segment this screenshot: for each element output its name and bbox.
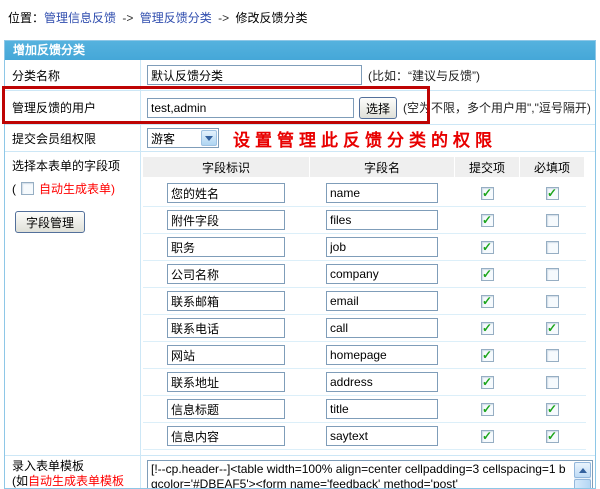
field-id-input[interactable] [167, 372, 285, 392]
breadcrumb-separator: -> [218, 11, 229, 25]
field-name-input[interactable] [326, 399, 438, 419]
select-users-button[interactable]: 选择 [359, 97, 397, 119]
required-checkbox[interactable]: ✓ [546, 187, 559, 200]
scroll-up-icon[interactable] [574, 462, 591, 478]
textarea-scrollbar[interactable] [574, 462, 591, 489]
field-name-input[interactable] [326, 237, 438, 257]
paren-open: ( [12, 182, 16, 196]
required-checkbox[interactable] [546, 376, 559, 389]
field-name-input[interactable] [326, 291, 438, 311]
field-name-input[interactable] [326, 318, 438, 338]
column-header-required: 必填项 [520, 157, 584, 177]
column-header-field-name: 字段名 [310, 157, 454, 177]
table-row: ✓✓ [143, 180, 586, 207]
field-id-input[interactable] [167, 426, 285, 446]
required-checkbox[interactable] [546, 268, 559, 281]
table-row: ✓ [143, 288, 586, 315]
field-id-input[interactable] [167, 237, 285, 257]
table-row: ✓✓ [143, 315, 586, 342]
required-checkbox[interactable] [546, 349, 559, 362]
field-items-left-cell: 选择本表单的字段项 ( 自动生成表单) 字段管理 [5, 152, 141, 455]
manage-users-label: 管理反馈的用户 [5, 91, 141, 124]
required-checkbox[interactable] [546, 241, 559, 254]
field-manage-button[interactable]: 字段管理 [15, 211, 85, 233]
table-row: ✓ [143, 207, 586, 234]
field-table-header: 字段标识 字段名 提交项 必填项 [143, 157, 586, 177]
submit-checkbox[interactable]: ✓ [481, 430, 494, 443]
table-row: ✓✓ [143, 423, 586, 450]
field-name-input[interactable] [326, 210, 438, 230]
required-checkbox[interactable]: ✓ [546, 322, 559, 335]
column-header-field-id: 字段标识 [143, 157, 309, 177]
submit-checkbox[interactable]: ✓ [481, 241, 494, 254]
panel-title: 增加反馈分类 [5, 41, 595, 60]
table-row: ✓ [143, 234, 586, 261]
manage-users-hint: (空为不限，多个用户用","逗号隔开) [403, 99, 591, 116]
breadcrumb: 位置：管理信息反馈 -> 管理反馈分类 -> 修改反馈分类 [8, 9, 307, 26]
submit-checkbox[interactable]: ✓ [481, 322, 494, 335]
member-group-row: 提交会员组权限 游客 设置管理此反馈分类的权限 [5, 125, 595, 152]
required-checkbox[interactable]: ✓ [546, 403, 559, 416]
manage-users-input[interactable] [147, 98, 354, 118]
required-checkbox[interactable] [546, 295, 559, 308]
manage-users-row: 管理反馈的用户 选择 (空为不限，多个用户用","逗号隔开) [5, 91, 595, 125]
submit-checkbox[interactable]: ✓ [481, 187, 494, 200]
template-row: 录入表单模板 (如自动生成表单模板 ，不用该模板内容) [!--cp.heade… [5, 456, 595, 489]
breadcrumb-current: 修改反馈分类 [235, 11, 307, 25]
field-id-input[interactable] [167, 345, 285, 365]
field-name-input[interactable] [326, 372, 438, 392]
field-table-body: ✓✓✓✓✓✓✓✓✓✓✓✓✓✓ [143, 180, 586, 450]
field-id-input[interactable] [167, 399, 285, 419]
category-name-input[interactable] [147, 65, 362, 85]
field-table: 字段标识 字段名 提交项 必填项 ✓✓✓✓✓✓✓✓✓✓✓✓✓✓ [143, 157, 586, 450]
field-name-input[interactable] [326, 426, 438, 446]
submit-checkbox[interactable]: ✓ [481, 295, 494, 308]
table-row: ✓ [143, 261, 586, 288]
field-name-input[interactable] [326, 183, 438, 203]
breadcrumb-prefix: 位置： [8, 11, 44, 25]
chevron-down-icon [201, 130, 217, 146]
field-items-label: 选择本表单的字段项 [12, 157, 140, 174]
member-group-select[interactable]: 游客 [147, 128, 219, 148]
field-id-input[interactable] [167, 291, 285, 311]
field-name-input[interactable] [326, 264, 438, 284]
field-id-input[interactable] [167, 183, 285, 203]
field-name-input[interactable] [326, 345, 438, 365]
category-name-row: 分类名称 (比如：“建议与反馈”) [5, 60, 595, 91]
auto-generate-checkbox[interactable] [21, 182, 34, 195]
category-name-hint: (比如：“建议与反馈”) [368, 67, 480, 84]
category-name-label: 分类名称 [5, 60, 141, 90]
submit-checkbox[interactable]: ✓ [481, 268, 494, 281]
column-header-submit: 提交项 [455, 157, 519, 177]
template-label: 录入表单模板 [12, 459, 140, 474]
table-row: ✓ [143, 342, 586, 369]
field-id-input[interactable] [167, 318, 285, 338]
permission-annotation: 设置管理此反馈分类的权限 [233, 126, 497, 151]
submit-checkbox[interactable]: ✓ [481, 349, 494, 362]
field-id-input[interactable] [167, 264, 285, 284]
submit-checkbox[interactable]: ✓ [481, 376, 494, 389]
breadcrumb-link-manage-feedback[interactable]: 管理信息反馈 [44, 11, 116, 25]
breadcrumb-separator: -> [122, 11, 133, 25]
required-checkbox[interactable]: ✓ [546, 430, 559, 443]
breadcrumb-link-manage-category[interactable]: 管理反馈分类 [140, 11, 212, 25]
member-group-selected-value: 游客 [148, 130, 175, 147]
table-row: ✓✓ [143, 396, 586, 423]
table-row: ✓ [143, 369, 586, 396]
template-note-red: 自动生成表单模板 [28, 474, 124, 488]
template-label-cell: 录入表单模板 (如自动生成表单模板 ，不用该模板内容) [5, 456, 141, 489]
template-note-line2: (如自动生成表单模板 [12, 474, 140, 489]
submit-checkbox[interactable]: ✓ [481, 214, 494, 227]
field-id-input[interactable] [167, 210, 285, 230]
submit-checkbox[interactable]: ✓ [481, 403, 494, 416]
template-code: [!--cp.header--]<table width=100% align=… [151, 462, 572, 489]
member-group-label: 提交会员组权限 [5, 125, 141, 151]
template-textarea[interactable]: [!--cp.header--]<table width=100% align=… [147, 460, 593, 489]
required-checkbox[interactable] [546, 214, 559, 227]
auto-generate-label: 自动生成表单) [39, 180, 115, 197]
add-feedback-category-panel: 增加反馈分类 分类名称 (比如：“建议与反馈”) 管理反馈的用户 选择 (空为不… [4, 40, 596, 489]
field-items-row: 选择本表单的字段项 ( 自动生成表单) 字段管理 字段标识 字段名 提交项 必填… [5, 152, 595, 456]
